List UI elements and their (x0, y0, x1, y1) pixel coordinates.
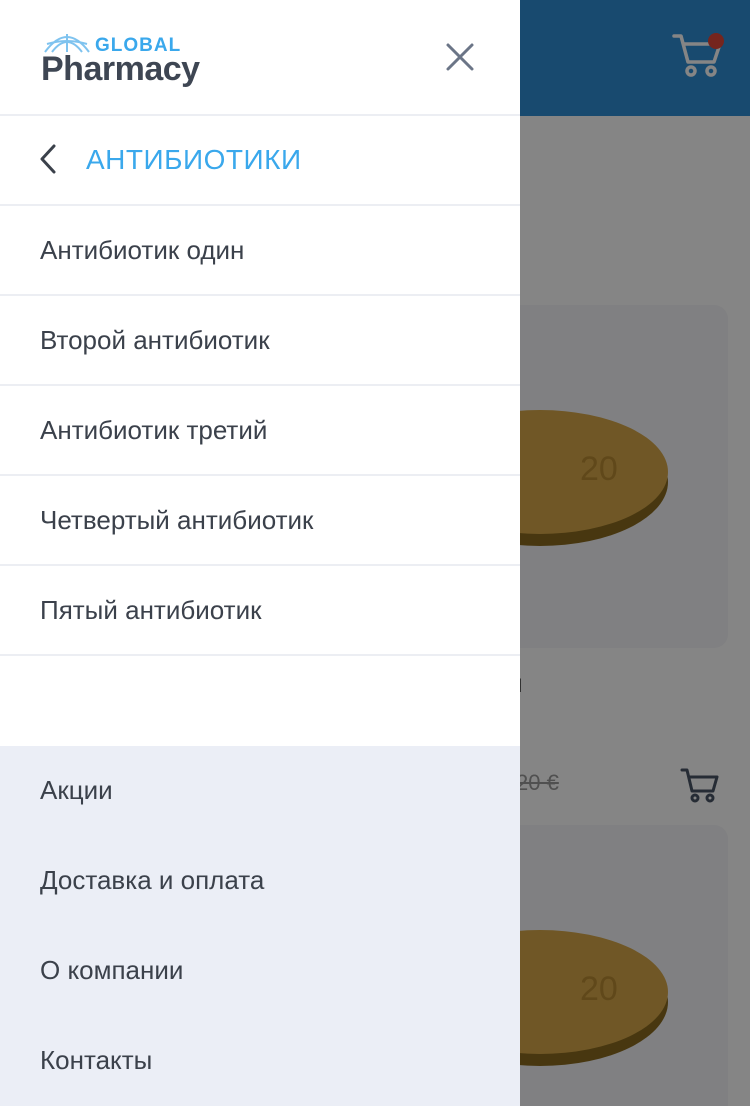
subcategory-label: Антибиотик один (40, 235, 245, 265)
nav-link-label: О компании (40, 955, 184, 985)
close-button[interactable] (440, 37, 480, 77)
back-to-categories-button[interactable]: АНТИБИОТИКИ (0, 116, 520, 206)
subcategory-label: Пятый антибиотик (40, 595, 262, 625)
subcategory-label: Антибиотик третий (40, 415, 268, 445)
footer-nav: Акции Доставка и оплата О компании Конта… (0, 746, 520, 1106)
nav-link-promotions[interactable]: Акции (0, 746, 520, 836)
category-title: АНТИБИОТИКИ (86, 144, 302, 175)
chevron-left-icon (40, 144, 56, 174)
nav-link-about[interactable]: О компании (0, 926, 520, 1016)
subcategory-item[interactable]: Пятый антибиотик (0, 566, 520, 656)
nav-link-label: Контакты (40, 1045, 153, 1075)
subcategory-item[interactable]: Антибиотик один (0, 206, 520, 296)
close-icon (446, 43, 474, 71)
nav-link-delivery[interactable]: Доставка и оплата (0, 836, 520, 926)
nav-link-label: Акции (40, 775, 113, 805)
subcategory-item[interactable]: Второй антибиотик (0, 296, 520, 386)
subcategory-label: Четвертый антибиотик (40, 505, 314, 535)
subcategory-label: Второй антибиотик (40, 325, 270, 355)
subcategory-item[interactable]: Антибиотик третий (0, 386, 520, 476)
logo[interactable]: GLOBAL Pharmacy (40, 28, 220, 90)
navigation-drawer: GLOBAL Pharmacy АНТИБИОТИКИ Антибиотик о… (0, 0, 520, 1106)
subcategory-item[interactable]: Четвертый антибиотик (0, 476, 520, 566)
nav-link-contacts[interactable]: Контакты (0, 1016, 520, 1106)
logo-text-pharmacy: Pharmacy (41, 50, 200, 88)
subcategory-list: Антибиотик один Второй антибиотик Антиби… (0, 206, 520, 656)
nav-link-label: Доставка и оплата (40, 865, 265, 895)
drawer-header: GLOBAL Pharmacy (0, 0, 520, 116)
